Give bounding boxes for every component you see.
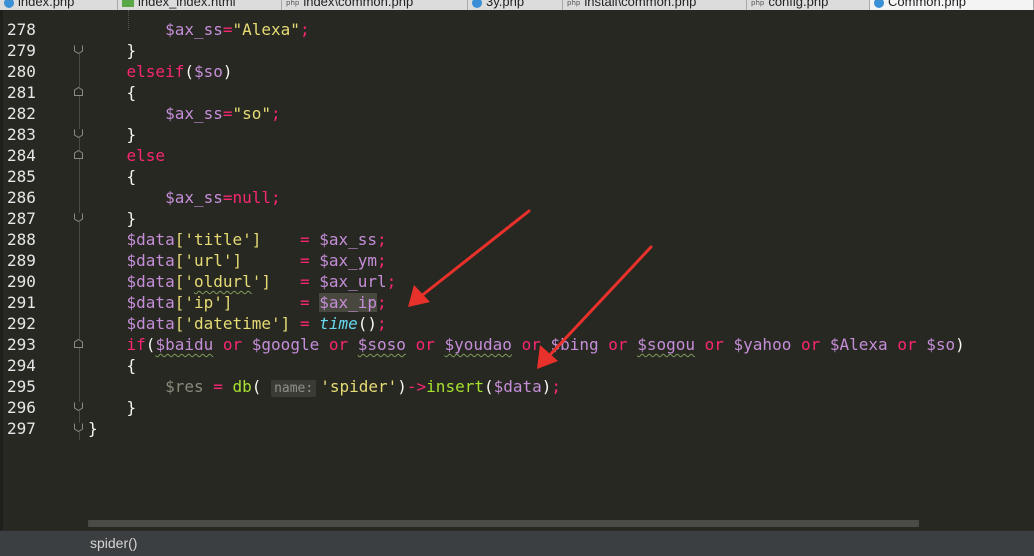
line-number: 286 <box>7 188 36 207</box>
tab-index-common-php[interactable]: php index\common.php <box>282 0 468 10</box>
tab-3y-php[interactable]: 3y.php <box>468 0 563 10</box>
tab-common-php[interactable]: Common.php <box>870 0 1034 10</box>
fold-end-icon[interactable] <box>74 402 83 411</box>
code-line-287: } <box>126 209 137 228</box>
fold-end-icon[interactable] <box>74 45 83 54</box>
code-line-295: $res = db( name:'spider')->insert($data)… <box>165 377 562 397</box>
fold-end-icon[interactable] <box>74 423 83 432</box>
code-line-296: } <box>126 398 137 417</box>
fold-end-icon[interactable] <box>74 129 83 138</box>
fold-end-icon[interactable] <box>74 213 83 222</box>
line-number-gutter: 278 279 280 281 282 283 284 285 286 287 … <box>0 10 65 530</box>
code-line-280: elseif($so) <box>126 62 233 81</box>
fold-start-icon[interactable] <box>74 87 83 96</box>
code-line-291: $data['ip'] = $ax_ip; <box>126 293 387 312</box>
line-number: 285 <box>7 167 36 186</box>
code-line-281: { <box>126 83 137 102</box>
fold-start-icon[interactable] <box>74 339 83 348</box>
fold-start-icon[interactable] <box>74 150 83 159</box>
line-number: 289 <box>7 251 36 270</box>
line-number: 279 <box>7 41 36 60</box>
line-number: 295 <box>7 377 36 396</box>
line-number: 280 <box>7 62 36 81</box>
code-line-286: $ax_ss=null; <box>165 188 281 207</box>
c-file-icon <box>874 0 884 8</box>
line-number: 287 <box>7 209 36 228</box>
code-line-279: } <box>126 41 137 60</box>
code-line-278: $ax_ss="Alexa"; <box>165 20 310 39</box>
html-file-icon <box>122 0 134 7</box>
c-file-icon <box>4 0 14 8</box>
line-number: 284 <box>7 146 36 165</box>
code-editor[interactable]: 278 279 280 281 282 283 284 285 286 287 … <box>0 10 1034 530</box>
code-line-285: { <box>126 167 137 186</box>
code-line-284: else <box>126 146 166 165</box>
code-line-290: $data['oldurl'] = $ax_url; <box>126 272 397 291</box>
breadcrumb[interactable]: spider() <box>90 535 137 551</box>
fold-guide-line <box>79 46 80 440</box>
tab-config-php[interactable]: php config.php <box>747 0 870 10</box>
line-number: 296 <box>7 398 36 417</box>
highlighted-variable: $ax_ip <box>319 293 378 312</box>
parameter-name-hint: name: <box>271 380 317 397</box>
line-number: 291 <box>7 293 36 312</box>
tab-index-index-html[interactable]: index_index.html <box>118 0 282 10</box>
php-file-icon: php <box>751 0 765 7</box>
php-file-icon: php <box>286 0 300 7</box>
code-line-289: $data['url'] = $ax_ym; <box>126 251 387 270</box>
line-number: 282 <box>7 104 36 123</box>
line-number: 281 <box>7 83 36 102</box>
code-line-282: $ax_ss="so"; <box>165 104 281 123</box>
horizontal-scrollbar[interactable] <box>88 520 919 527</box>
line-number: 292 <box>7 314 36 333</box>
code-line-297: } <box>88 419 98 438</box>
code-line-294: { <box>126 356 137 375</box>
breadcrumb-bar: spider() <box>0 530 1034 556</box>
line-number: 288 <box>7 230 36 249</box>
code-line-292: $data['datetime'] = time(); <box>126 314 387 333</box>
php-file-icon: php <box>567 0 581 7</box>
line-number: 293 <box>7 335 36 354</box>
code-line-293: if($baidu or $google or $soso or $youdao… <box>126 335 965 354</box>
code-line-288: $data['title'] = $ax_ss; <box>126 230 387 249</box>
tab-index-php[interactable]: index.php <box>0 0 118 10</box>
line-number: 294 <box>7 356 36 375</box>
line-number: 297 <box>7 419 36 438</box>
line-number: 290 <box>7 272 36 291</box>
line-number: 283 <box>7 125 36 144</box>
line-number: 278 <box>7 20 36 39</box>
tab-install-common-php[interactable]: php install\common.php <box>563 0 747 10</box>
c-file-icon <box>472 0 482 8</box>
code-line-283: } <box>126 125 137 144</box>
